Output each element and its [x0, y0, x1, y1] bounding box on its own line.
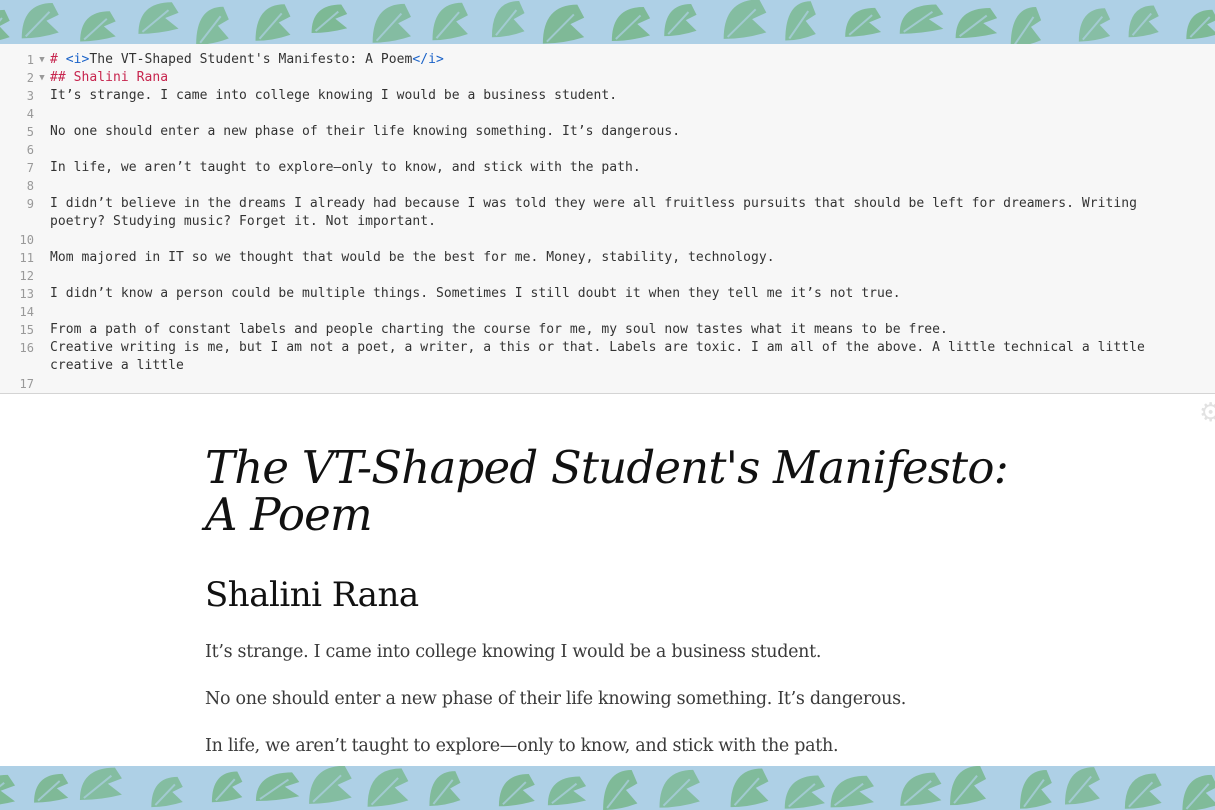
code-line[interactable]: 13 I didn’t know a person could be multip… — [0, 285, 1215, 303]
code-line[interactable]: 12 — [0, 267, 1215, 285]
fold-arrow-icon[interactable]: ▼ — [34, 51, 50, 69]
article-author: Shalini Rana — [205, 575, 419, 615]
line-number: 3 — [26, 89, 34, 103]
code-line[interactable]: 8 — [0, 177, 1215, 195]
html-open-tag: <i> — [65, 52, 90, 67]
line-number: 14 — [19, 305, 34, 319]
code-line[interactable]: 11 Mom majored in IT so we thought that w… — [0, 249, 1215, 267]
code-text[interactable] — [50, 141, 1215, 159]
leaf-pattern-bottom — [0, 766, 1215, 810]
code-text[interactable]: ## Shalini Rana — [50, 69, 1215, 87]
line-text: Mom majored in IT so we thought that wou… — [50, 250, 775, 265]
code-line[interactable]: 5 No one should enter a new phase of thei… — [0, 123, 1215, 141]
code-line[interactable]: 15 From a path of constant labels and peo… — [0, 321, 1215, 339]
line-text: I didn’t believe in the dreams I already… — [50, 196, 1145, 229]
markdown-editor[interactable]: 1 ▼ # <i>The VT-Shaped Student's Manifesto… — [0, 44, 1215, 394]
line-text: In life, we aren’t taught to explore—onl… — [50, 160, 641, 175]
line-number: 7 — [26, 161, 34, 175]
code-text[interactable] — [50, 231, 1215, 249]
code-text[interactable] — [50, 375, 1215, 393]
line-number: 4 — [26, 107, 34, 121]
line-number: 1 — [26, 53, 34, 67]
markdown-heading-marker: ## — [50, 70, 74, 85]
code-line[interactable]: 9 I didn’t believe in the dreams I alread… — [0, 195, 1215, 231]
line-number: 11 — [19, 251, 34, 265]
rendered-article: The VT-Shaped Student's Manifesto: A Poe… — [205, 444, 1025, 756]
code-text[interactable]: # <i>The VT-Shaped Student's Manifesto: … — [50, 51, 1215, 69]
line-number: 13 — [19, 287, 34, 301]
leaf-pattern-top — [0, 0, 1215, 44]
line-text: I didn’t know a person could be multiple… — [50, 286, 901, 301]
line-number: 10 — [19, 233, 34, 247]
line-text: The VT-Shaped Student's Manifesto: A Poe… — [89, 52, 413, 67]
code-text[interactable]: I didn’t believe in the dreams I already… — [50, 195, 1215, 231]
line-number: 8 — [26, 179, 34, 193]
code-text[interactable]: From a path of constant labels and peopl… — [50, 321, 1215, 339]
line-text: Shalini Rana — [73, 70, 169, 85]
top-decorative-banner — [0, 0, 1215, 44]
article-paragraph: It’s strange. I came into college knowin… — [205, 642, 822, 662]
line-number: 17 — [19, 377, 34, 391]
code-text[interactable]: In life, we aren’t taught to explore—onl… — [50, 159, 1215, 177]
line-text: From a path of constant labels and peopl… — [50, 322, 948, 337]
code-text[interactable]: No one should enter a new phase of their… — [50, 123, 1215, 141]
preview-pane: ⚙ The VT-Shaped Student's Manifesto: A P… — [0, 394, 1215, 766]
code-line[interactable]: 10 — [0, 231, 1215, 249]
line-number: 9 — [26, 197, 34, 211]
markdown-heading-marker: # — [50, 52, 66, 67]
code-line[interactable]: 17 — [0, 375, 1215, 393]
article-paragraph: In life, we aren’t taught to explore—onl… — [205, 736, 839, 756]
fold-arrow-icon[interactable]: ▼ — [34, 69, 50, 87]
code-text[interactable] — [50, 303, 1215, 321]
line-number: 15 — [19, 323, 34, 337]
code-text[interactable]: It’s strange. I came into college knowin… — [50, 87, 1215, 105]
code-text[interactable]: Creative writing is me, but I am not a p… — [50, 339, 1215, 375]
line-number: 16 — [19, 341, 34, 355]
article-title: The VT-Shaped Student's Manifesto: A Poe… — [205, 441, 1009, 541]
code-text[interactable]: Mom majored in IT so we thought that wou… — [50, 249, 1215, 267]
code-line[interactable]: 6 — [0, 141, 1215, 159]
code-line[interactable]: 7 In life, we aren’t taught to explore—on… — [0, 159, 1215, 177]
code-text[interactable]: I didn’t know a person could be multiple… — [50, 285, 1215, 303]
code-lines[interactable]: 1 ▼ # <i>The VT-Shaped Student's Manifesto… — [0, 44, 1215, 393]
code-line[interactable]: 2 ▼ ## Shalini Rana — [0, 69, 1215, 87]
code-line[interactable]: 4 — [0, 105, 1215, 123]
article-paragraph: No one should enter a new phase of their… — [205, 689, 907, 709]
code-text[interactable] — [50, 105, 1215, 123]
code-text[interactable] — [50, 177, 1215, 195]
bottom-decorative-banner — [0, 766, 1215, 810]
code-line[interactable]: 3 It’s strange. I came into college knowi… — [0, 87, 1215, 105]
gear-icon[interactable]: ⚙ — [1199, 400, 1215, 426]
line-number: 12 — [19, 269, 34, 283]
line-text: It’s strange. I came into college knowin… — [50, 88, 618, 103]
code-line[interactable]: 16 Creative writing is me, but I am not a… — [0, 339, 1215, 375]
line-text: No one should enter a new phase of their… — [50, 124, 681, 139]
code-text[interactable] — [50, 267, 1215, 285]
line-number: 6 — [26, 143, 34, 157]
line-number: 2 — [26, 71, 34, 85]
line-number: 5 — [26, 125, 34, 139]
code-line[interactable]: 1 ▼ # <i>The VT-Shaped Student's Manifesto… — [0, 51, 1215, 69]
code-line[interactable]: 14 — [0, 303, 1215, 321]
line-text: Creative writing is me, but I am not a p… — [50, 340, 1153, 373]
html-close-tag: </i> — [412, 52, 444, 67]
